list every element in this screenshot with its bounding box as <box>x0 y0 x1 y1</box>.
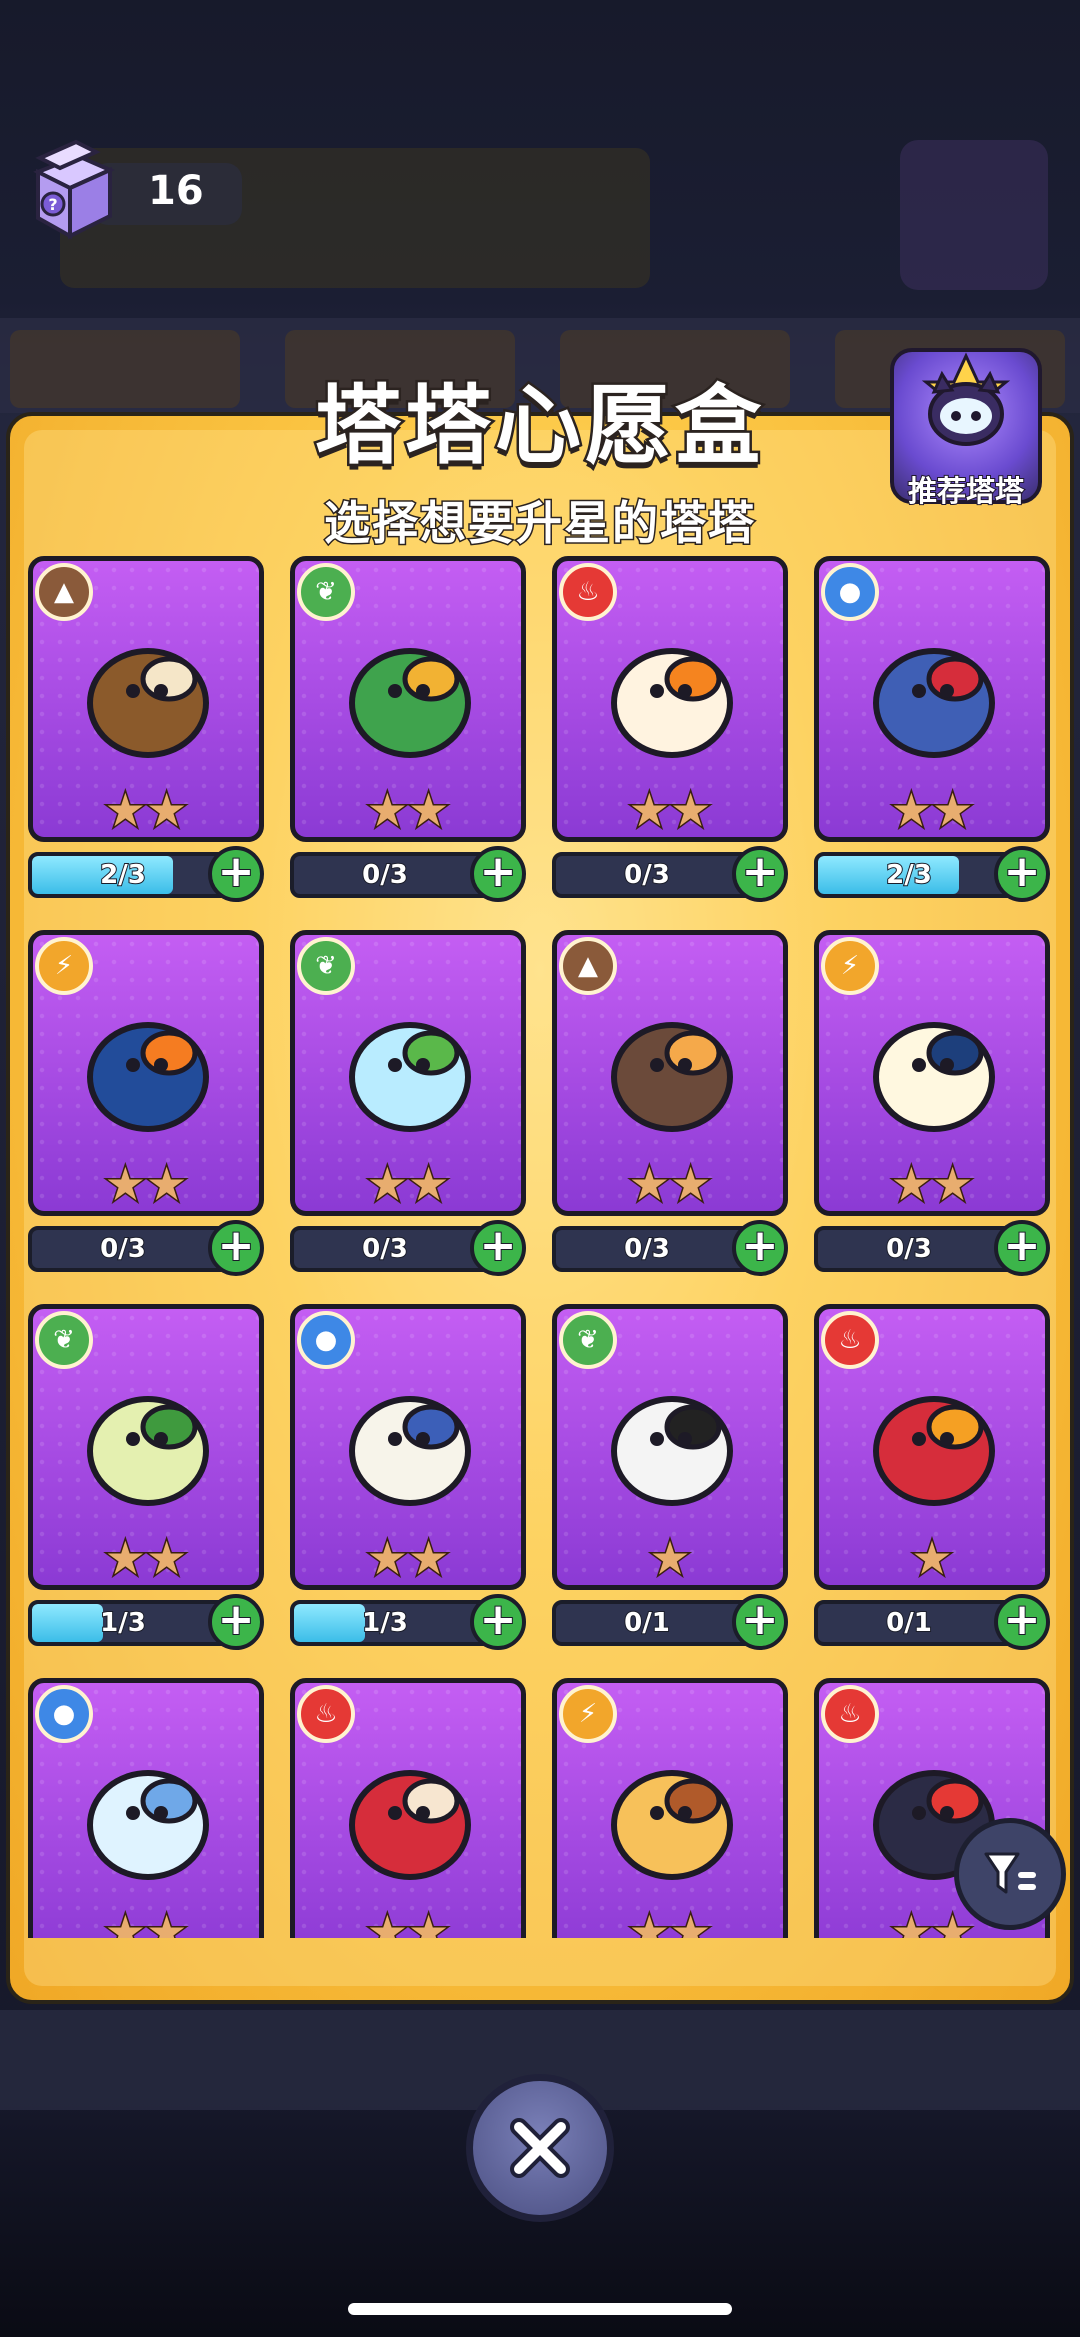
chicken-icon <box>611 648 733 758</box>
add-button[interactable]: + <box>470 1220 526 1276</box>
tower-card-grid: ▲ ★★ 2/3 + ❦ ★★ 0/3 + ♨ ★★ 0/3 + ● ★★ 2/3 + ⚡ ★★ 0/3 + ❦ ★★ 0/… <box>0 550 1080 1938</box>
filter-button[interactable] <box>954 1818 1066 1930</box>
star-rating: ★ <box>910 1530 954 1586</box>
add-button[interactable]: + <box>470 846 526 902</box>
close-icon <box>510 2118 570 2178</box>
tower-card[interactable]: ⚡ ★★ <box>28 930 264 1216</box>
star-rating: ★★ <box>103 1530 188 1586</box>
star-rating: ★★ <box>365 1156 450 1212</box>
tower-card[interactable]: ❦ ★★ <box>290 556 526 842</box>
progress-text: 0/3 <box>361 859 409 891</box>
star-rating: ★★ <box>103 782 188 838</box>
tower-card[interactable]: ♨ ★★ <box>290 1678 526 1938</box>
jar-frog-icon <box>349 1022 471 1132</box>
panda-icon <box>611 1396 733 1506</box>
svg-text:?: ? <box>48 195 57 214</box>
flame-icon: ♨ <box>297 1685 355 1743</box>
tower-card[interactable]: ● ★★ <box>28 1678 264 1938</box>
add-button[interactable]: + <box>994 846 1050 902</box>
tower-card[interactable]: ❦ ★ <box>552 1304 788 1590</box>
add-button[interactable]: + <box>732 846 788 902</box>
tower-card[interactable]: ❦ ★★ <box>28 1304 264 1590</box>
flame-icon: ♨ <box>821 1685 879 1743</box>
lightning-icon: ⚡ <box>821 937 879 995</box>
tower-card[interactable]: ▲ ★★ <box>28 556 264 842</box>
progress-text: 1/3 <box>361 1607 409 1639</box>
star-rating: ★★ <box>889 782 974 838</box>
hermit-crab-icon <box>611 1022 733 1132</box>
add-button[interactable]: + <box>470 1594 526 1650</box>
mountain-icon: ▲ <box>559 937 617 995</box>
boxer-owl-icon <box>873 1396 995 1506</box>
water-drop-icon: ● <box>821 563 879 621</box>
leaf-duck-icon <box>87 1396 209 1506</box>
mystery-box-icon: ? <box>33 139 115 240</box>
star-rating: ★★ <box>627 782 712 838</box>
star-rating: ★★ <box>365 1904 450 1939</box>
turtle-icon <box>87 648 209 758</box>
polar-bear-icon <box>349 1396 471 1506</box>
progress-text: 2/3 <box>99 859 147 891</box>
mountain-icon: ▲ <box>35 563 93 621</box>
add-button[interactable]: + <box>208 1220 264 1276</box>
add-button[interactable]: + <box>994 1594 1050 1650</box>
home-indicator[interactable] <box>348 2303 732 2315</box>
progress-text: 0/1 <box>623 1607 671 1639</box>
robot-cat-icon <box>921 352 1011 446</box>
progress-text: 0/3 <box>623 1233 671 1265</box>
tower-card[interactable]: ● ★★ <box>814 556 1050 842</box>
star-rating: ★★ <box>627 1156 712 1212</box>
toucan-icon <box>87 1022 209 1132</box>
tower-card[interactable]: ● ★★ <box>290 1304 526 1590</box>
add-button[interactable]: + <box>732 1220 788 1276</box>
star-rating: ★ <box>648 1530 692 1586</box>
star-rating: ★★ <box>627 1904 712 1939</box>
leaf-icon: ❦ <box>35 1311 93 1369</box>
tower-card[interactable]: ⚡ ★★ <box>814 930 1050 1216</box>
tower-card[interactable]: ♨ ★ <box>814 1304 1050 1590</box>
lucky-cat-icon <box>611 1770 733 1880</box>
tower-card[interactable]: ⚡ ★★ <box>552 1678 788 1938</box>
box-count: 16 <box>148 168 204 214</box>
ladybug-icon <box>349 1770 471 1880</box>
lightning-icon: ⚡ <box>559 1685 617 1743</box>
add-button[interactable]: + <box>994 1220 1050 1276</box>
progress-text: 0/3 <box>361 1233 409 1265</box>
add-button[interactable]: + <box>208 846 264 902</box>
add-button[interactable]: + <box>732 1594 788 1650</box>
filter-icon <box>984 1852 1036 1894</box>
progress-text: 2/3 <box>885 859 933 891</box>
leaf-icon: ❦ <box>297 563 355 621</box>
star-rating: ★★ <box>103 1904 188 1939</box>
progress-text: 0/3 <box>885 1233 933 1265</box>
cloud-bird-icon <box>873 1022 995 1132</box>
water-drop-icon: ● <box>297 1311 355 1369</box>
star-rating: ★★ <box>103 1156 188 1212</box>
progress-text: 0/3 <box>623 859 671 891</box>
tower-card[interactable]: ❦ ★★ <box>290 930 526 1216</box>
lightning-icon: ⚡ <box>35 937 93 995</box>
tower-card[interactable]: ▲ ★★ <box>552 930 788 1216</box>
flame-icon: ♨ <box>821 1311 879 1369</box>
background-right-icon <box>900 140 1048 290</box>
add-button[interactable]: + <box>208 1594 264 1650</box>
jellyfish-icon <box>87 1770 209 1880</box>
toucan-leaf-icon <box>349 648 471 758</box>
star-rating: ★★ <box>889 1156 974 1212</box>
star-rating: ★★ <box>365 1530 450 1586</box>
star-rating: ★★ <box>365 782 450 838</box>
progress-text: 1/3 <box>99 1607 147 1639</box>
close-button[interactable] <box>466 2074 614 2222</box>
flame-icon: ♨ <box>559 563 617 621</box>
recommend-label: 推荐塔塔 <box>907 473 1025 509</box>
leaf-icon: ❦ <box>559 1311 617 1369</box>
crab-icon <box>873 648 995 758</box>
tower-card[interactable]: ♨ ★★ <box>552 556 788 842</box>
progress-text: 0/1 <box>885 1607 933 1639</box>
progress-text: 0/3 <box>99 1233 147 1265</box>
leaf-icon: ❦ <box>297 937 355 995</box>
water-drop-icon: ● <box>35 1685 93 1743</box>
